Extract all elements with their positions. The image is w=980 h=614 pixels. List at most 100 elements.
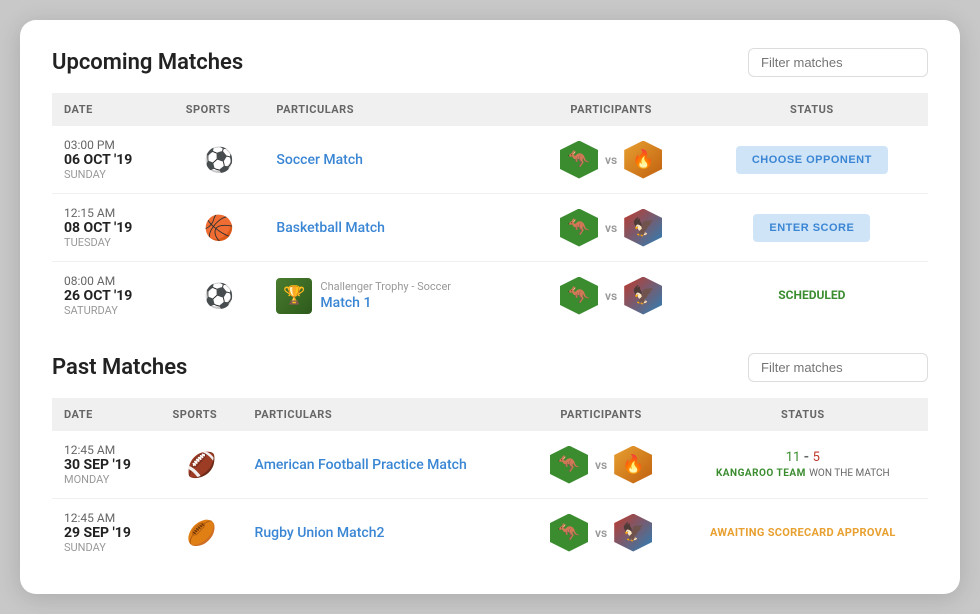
match-date: 30 SEP '19 (64, 457, 149, 473)
match-day: MONDAY (64, 473, 149, 486)
team2-hex: 🔥 (613, 445, 653, 485)
scheduled-status: SCHEDULED (778, 288, 845, 302)
team1-logo: 🦘 (560, 277, 598, 315)
col-particulars-upcoming: PARTICULARS (264, 93, 526, 126)
match-date: 29 SEP '19 (64, 525, 149, 541)
participants-cell: 🦘 vs 🔥 (527, 126, 696, 194)
participants-cell: 🦘 vs 🔥 (525, 431, 678, 499)
date-cell: 12:45 AM 30 SEP '19 MONDAY (52, 431, 161, 499)
main-card: Upcoming Matches DATE SPORTS PARTICULARS… (20, 20, 960, 594)
past-header: Past Matches (52, 353, 928, 382)
match-link[interactable]: American Football Practice Match (255, 457, 467, 473)
team1-logo: 🦘 (550, 446, 588, 484)
table-row: 08:00 AM 26 OCT '19 SATURDAY ⚽ 🏆 Challen… (52, 262, 928, 330)
upcoming-title: Upcoming Matches (52, 50, 243, 75)
team2-logo: 🔥 (624, 141, 662, 179)
match-sub: Challenger Trophy - Soccer (320, 280, 451, 293)
match-time: 03:00 PM (64, 138, 162, 152)
enter-score-button[interactable]: ENTER SCORE (753, 214, 870, 242)
team2-hex: 🔥 (623, 140, 663, 180)
col-particulars-past: PARTICULARS (243, 398, 525, 431)
match-time: 12:15 AM (64, 206, 162, 220)
date-cell: 08:00 AM 26 OCT '19 SATURDAY (52, 262, 174, 330)
match-date: 08 OCT '19 (64, 220, 162, 236)
particulars-cell: American Football Practice Match (243, 431, 525, 499)
sport-cell: 🏀 (174, 194, 265, 262)
upcoming-filter-input[interactable] (748, 48, 928, 77)
match-day: SATURDAY (64, 304, 162, 317)
team1-hex: 🦘 (559, 208, 599, 248)
status-cell: SCHEDULED (696, 262, 928, 330)
col-sports-upcoming: SPORTS (174, 93, 265, 126)
status-cell: ENTER SCORE (696, 194, 928, 262)
score-loser: 5 (813, 450, 820, 465)
score-status: 11 - 5 KANGAROO TEAM WON THE MATCH (690, 449, 916, 480)
vs-text: vs (605, 153, 617, 167)
particulars-cell: Basketball Match (264, 194, 526, 262)
participants-cell: 🦘 vs 🦅 (527, 262, 696, 330)
team1-hex: 🦘 (559, 276, 599, 316)
team2-logo: 🦅 (624, 277, 662, 315)
trophy-badge: 🏆 (276, 278, 312, 314)
sport-cell: 🏈 (161, 431, 243, 499)
vs-text: vs (595, 458, 607, 472)
score-won-label: WON THE MATCH (809, 468, 890, 479)
match-time: 08:00 AM (64, 274, 162, 288)
col-status-past: STATUS (678, 398, 928, 431)
vs-text: vs (595, 526, 607, 540)
match-link[interactable]: Match 1 (320, 295, 451, 311)
col-date-past: DATE (52, 398, 161, 431)
participants-cell: 🦘 vs 🦅 (525, 499, 678, 567)
match-time: 12:45 AM (64, 511, 149, 525)
status-cell: 11 - 5 KANGAROO TEAM WON THE MATCH (678, 431, 928, 499)
status-cell: AWAITING SCORECARD APPROVAL (678, 499, 928, 567)
table-row: 03:00 PM 06 OCT '19 SUNDAY ⚽ Soccer Matc… (52, 126, 928, 194)
sport-cell: 🏉 (161, 499, 243, 567)
team2-hex: 🦅 (613, 513, 653, 553)
col-status-upcoming: STATUS (696, 93, 928, 126)
team1-logo: 🦘 (560, 141, 598, 179)
team1-hex: 🦘 (549, 513, 589, 553)
past-filter-input[interactable] (748, 353, 928, 382)
match-link[interactable]: Rugby Union Match2 (255, 525, 385, 541)
date-cell: 03:00 PM 06 OCT '19 SUNDAY (52, 126, 174, 194)
table-row: 12:45 AM 30 SEP '19 MONDAY 🏈 American Fo… (52, 431, 928, 499)
match-date: 26 OCT '19 (64, 288, 162, 304)
particulars-cell: Rugby Union Match2 (243, 499, 525, 567)
date-cell: 12:45 AM 29 SEP '19 SUNDAY (52, 499, 161, 567)
basketball-icon: 🏀 (204, 214, 234, 242)
table-row: 12:15 AM 08 OCT '19 TUESDAY 🏀 Basketball… (52, 194, 928, 262)
team1-logo: 🦘 (560, 209, 598, 247)
date-cell: 12:15 AM 08 OCT '19 TUESDAY (52, 194, 174, 262)
match-day: SUNDAY (64, 541, 149, 554)
awaiting-status: AWAITING SCORECARD APPROVAL (710, 526, 896, 539)
sport-cell: ⚽ (174, 126, 265, 194)
col-participants-past: PARTICIPANTS (525, 398, 678, 431)
match-link[interactable]: Soccer Match (276, 152, 363, 168)
vs-text: vs (605, 289, 617, 303)
team2-logo: 🦅 (624, 209, 662, 247)
soccer-icon: ⚽ (204, 282, 234, 310)
upcoming-header: Upcoming Matches (52, 48, 928, 77)
match-link[interactable]: Basketball Match (276, 220, 385, 236)
participants-cell: 🦘 vs 🦅 (527, 194, 696, 262)
particulars-cell: Soccer Match (264, 126, 526, 194)
match-date: 06 OCT '19 (64, 152, 162, 168)
past-header-row: DATE SPORTS PARTICULARS PARTICIPANTS STA… (52, 398, 928, 431)
col-participants-upcoming: PARTICIPANTS (527, 93, 696, 126)
match-day: SUNDAY (64, 168, 162, 181)
score-line: 11 - 5 (690, 449, 916, 465)
team1-hex: 🦘 (559, 140, 599, 180)
sport-cell: ⚽ (174, 262, 265, 330)
col-sports-past: SPORTS (161, 398, 243, 431)
team2-hex: 🦅 (623, 276, 663, 316)
choose-opponent-button[interactable]: CHOOSE OPPONENT (736, 146, 888, 174)
particulars-cell: 🏆 Challenger Trophy - Soccer Match 1 (264, 262, 526, 330)
team2-logo: 🔥 (614, 446, 652, 484)
team1-logo: 🦘 (550, 514, 588, 552)
soccer-icon: ⚽ (204, 146, 234, 174)
vs-text: vs (605, 221, 617, 235)
upcoming-header-row: DATE SPORTS PARTICULARS PARTICIPANTS STA… (52, 93, 928, 126)
match-time: 12:45 AM (64, 443, 149, 457)
score-team-label: KANGAROO TEAM (716, 468, 806, 479)
